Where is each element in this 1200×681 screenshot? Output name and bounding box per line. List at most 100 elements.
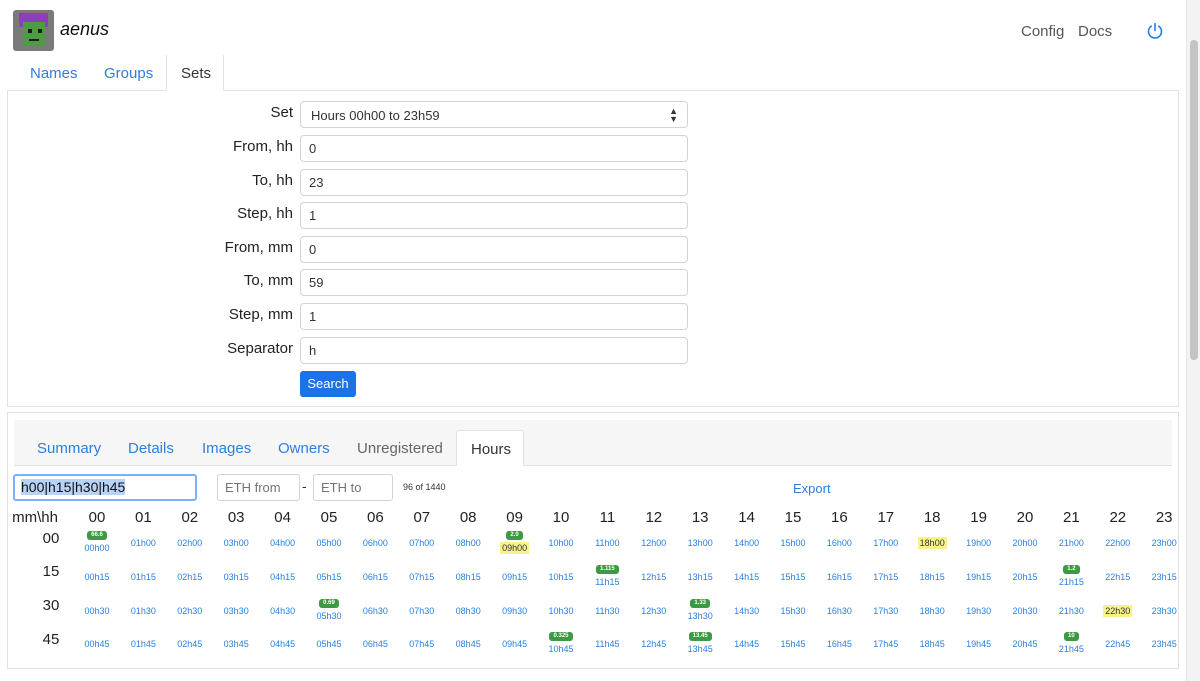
to-hh-input[interactable] [300,169,688,196]
hour-link[interactable]: 09h45 [502,639,527,649]
hour-cell-03h30[interactable]: 03h30 [213,606,259,616]
hour-link[interactable]: 03h15 [224,572,249,582]
hour-link[interactable]: 09h15 [502,572,527,582]
hour-cell-10h30[interactable]: 10h30 [538,606,584,616]
hour-cell-13h45[interactable]: 13.45 13h45 [677,629,723,654]
tab-owners[interactable]: Owners [264,430,344,466]
hour-link[interactable]: 18h30 [920,606,945,616]
hour-link[interactable]: 04h00 [270,538,295,548]
hour-link[interactable]: 21h45 [1059,644,1084,654]
hour-link[interactable]: 06h15 [363,572,388,582]
hour-cell-00h00[interactable]: 66.6 00h00 [74,528,120,553]
hour-cell-12h45[interactable]: 12h45 [631,639,677,649]
hour-cell-08h00[interactable]: 08h00 [445,538,491,548]
hour-link[interactable]: 08h00 [456,538,481,548]
hour-link[interactable]: 16h15 [827,572,852,582]
hour-cell-02h45[interactable]: 02h45 [167,639,213,649]
hour-cell-01h30[interactable]: 01h30 [120,606,166,616]
hour-link[interactable]: 00h00 [84,543,109,553]
hour-cell-14h15[interactable]: 14h15 [724,572,770,582]
hour-cell-16h30[interactable]: 16h30 [816,606,862,616]
hour-cell-23h00[interactable]: 23h00 [1141,538,1187,548]
hour-link[interactable]: 19h00 [966,538,991,548]
hour-cell-21h30[interactable]: 21h30 [1048,606,1094,616]
step-hh-input[interactable] [300,202,688,229]
hour-link[interactable]: 18h00 [917,537,947,549]
scrollbar[interactable] [1186,0,1200,681]
hour-link[interactable]: 06h00 [363,538,388,548]
hour-link[interactable]: 03h00 [224,538,249,548]
hour-link[interactable]: 11h45 [595,639,619,649]
hour-cell-20h30[interactable]: 20h30 [1002,606,1048,616]
separator-input[interactable] [300,337,688,364]
hour-link[interactable]: 17h30 [873,606,898,616]
hour-cell-07h45[interactable]: 07h45 [399,639,445,649]
hour-cell-06h00[interactable]: 06h00 [352,538,398,548]
to-mm-input[interactable] [300,269,688,296]
hour-link[interactable]: 11h30 [595,606,619,616]
hour-link[interactable]: 02h45 [177,639,202,649]
hour-cell-14h30[interactable]: 14h30 [724,606,770,616]
hour-cell-23h30[interactable]: 23h30 [1141,606,1187,616]
hour-cell-02h15[interactable]: 02h15 [167,572,213,582]
hour-cell-21h45[interactable]: 10 21h45 [1048,629,1094,654]
hour-link[interactable]: 12h00 [641,538,666,548]
hour-link[interactable]: 23h30 [1152,606,1177,616]
hour-link[interactable]: 03h45 [224,639,249,649]
hour-link[interactable]: 15h00 [780,538,805,548]
hour-cell-19h15[interactable]: 19h15 [956,572,1002,582]
hour-cell-00h45[interactable]: 00h45 [74,639,120,649]
hour-link[interactable]: 12h45 [641,639,666,649]
hour-cell-02h30[interactable]: 02h30 [167,606,213,616]
hour-link[interactable]: 00h45 [84,639,109,649]
hour-cell-06h30[interactable]: 06h30 [352,606,398,616]
hour-link[interactable]: 00h30 [84,606,109,616]
eth-from-input[interactable] [217,474,300,501]
hour-cell-04h45[interactable]: 04h45 [260,639,306,649]
hour-link[interactable]: 02h00 [177,538,202,548]
hour-link[interactable]: 05h00 [316,538,341,548]
hour-link[interactable]: 07h00 [409,538,434,548]
hour-link[interactable]: 13h45 [688,644,713,654]
hour-cell-15h15[interactable]: 15h15 [770,572,816,582]
hour-link[interactable]: 22h30 [1103,605,1133,617]
nav-docs-link[interactable]: Docs [1078,23,1112,40]
hour-cell-17h00[interactable]: 17h00 [863,538,909,548]
tab-sets[interactable]: Sets [166,55,224,91]
hour-cell-08h30[interactable]: 08h30 [445,606,491,616]
hour-cell-15h30[interactable]: 15h30 [770,606,816,616]
hour-cell-05h45[interactable]: 05h45 [306,639,352,649]
hour-cell-22h45[interactable]: 22h45 [1095,639,1141,649]
hour-cell-09h30[interactable]: 09h30 [492,606,538,616]
hour-link[interactable]: 05h45 [316,639,341,649]
hour-cell-04h30[interactable]: 04h30 [260,606,306,616]
hour-link[interactable]: 14h30 [734,606,759,616]
hour-cell-19h00[interactable]: 19h00 [956,538,1002,548]
tab-images[interactable]: Images [188,430,265,466]
hour-cell-05h30[interactable]: 0.69 05h30 [306,596,352,621]
hour-cell-04h15[interactable]: 04h15 [260,572,306,582]
hour-link[interactable]: 22h00 [1105,538,1130,548]
hour-cell-01h45[interactable]: 01h45 [120,639,166,649]
hour-cell-15h00[interactable]: 15h00 [770,538,816,548]
hour-link[interactable]: 21h15 [1059,577,1084,587]
hour-cell-20h00[interactable]: 20h00 [1002,538,1048,548]
hour-link[interactable]: 23h15 [1152,572,1177,582]
hour-cell-07h15[interactable]: 07h15 [399,572,445,582]
tab-groups[interactable]: Groups [90,55,167,91]
hour-cell-06h45[interactable]: 06h45 [352,639,398,649]
hour-link[interactable]: 16h45 [827,639,852,649]
hour-cell-19h45[interactable]: 19h45 [956,639,1002,649]
hour-link[interactable]: 22h15 [1105,572,1130,582]
filter-input[interactable]: h00|h15|h30|h45 [13,474,197,501]
hour-link[interactable]: 00h15 [84,572,109,582]
hour-cell-22h00[interactable]: 22h00 [1095,538,1141,548]
hour-link[interactable]: 20h45 [1012,639,1037,649]
hour-link[interactable]: 01h15 [131,572,156,582]
hour-link[interactable]: 02h30 [177,606,202,616]
hour-cell-16h15[interactable]: 16h15 [816,572,862,582]
hour-cell-13h00[interactable]: 13h00 [677,538,723,548]
hour-cell-13h15[interactable]: 13h15 [677,572,723,582]
hour-link[interactable]: 13h30 [688,611,713,621]
avatar[interactable] [13,10,54,51]
